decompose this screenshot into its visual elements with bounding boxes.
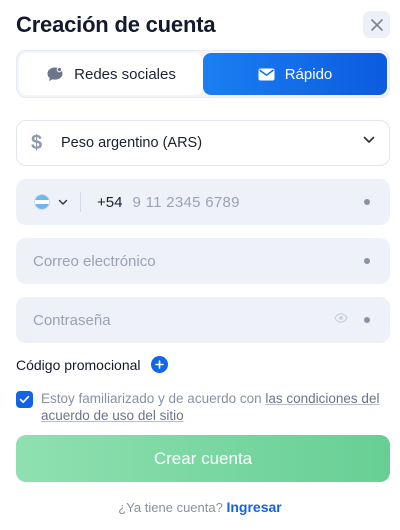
promo-code-label: Código promocional	[16, 356, 141, 373]
password-field[interactable]: Contraseña	[16, 297, 390, 343]
login-prompt: ¿Ya tiene cuenta? Ingresar	[0, 499, 400, 515]
promo-code-toggle[interactable]: Código promocional	[16, 356, 168, 373]
password-placeholder: Contraseña	[33, 311, 111, 329]
email-placeholder: Correo electrónico	[33, 252, 156, 270]
tab-quick-label: Rápido	[284, 65, 333, 83]
terms-agreement: Estoy familiarizado y de acuerdo con las…	[16, 390, 390, 424]
phone-divider	[80, 192, 81, 212]
terms-text-prefix: Estoy familiarizado y de acuerdo con	[41, 391, 266, 406]
dollar-icon: $	[31, 131, 43, 154]
dial-code: +54	[97, 193, 123, 211]
email-field[interactable]: Correo electrónico	[16, 238, 390, 284]
close-icon	[370, 18, 383, 31]
tab-quick[interactable]: Rápido	[203, 53, 387, 95]
tab-social-label: Redes sociales	[74, 65, 176, 83]
chat-bubble-icon	[47, 66, 63, 81]
required-indicator	[364, 258, 370, 264]
create-account-button[interactable]: Crear cuenta	[16, 435, 390, 482]
terms-text: Estoy familiarizado y de acuerdo con las…	[41, 390, 390, 424]
plus-icon	[150, 356, 168, 373]
login-link[interactable]: Ingresar	[226, 499, 281, 515]
page-title: Creación de cuenta	[16, 12, 216, 37]
terms-checkbox[interactable]	[16, 391, 33, 408]
checkmark-icon	[19, 395, 30, 404]
phone-field: +54 9 11 2345 6789	[16, 179, 390, 225]
currency-value: Peso argentino (ARS)	[61, 135, 203, 151]
required-indicator	[364, 317, 370, 323]
eye-icon[interactable]	[334, 313, 348, 323]
registration-tabs: Redes sociales Rápido	[16, 50, 390, 98]
country-chevron-down-icon[interactable]	[58, 199, 68, 206]
close-button[interactable]	[363, 11, 390, 38]
required-indicator	[364, 199, 370, 205]
phone-input[interactable]: 9 11 2345 6789	[132, 194, 239, 211]
tab-social-networks[interactable]: Redes sociales	[19, 53, 203, 95]
argentina-flag-icon[interactable]	[34, 194, 50, 210]
envelope-icon	[258, 68, 275, 80]
currency-select[interactable]: $ Peso argentino (ARS)	[16, 120, 390, 166]
login-question: ¿Ya tiene cuenta?	[118, 500, 223, 515]
chevron-down-icon	[363, 136, 375, 143]
